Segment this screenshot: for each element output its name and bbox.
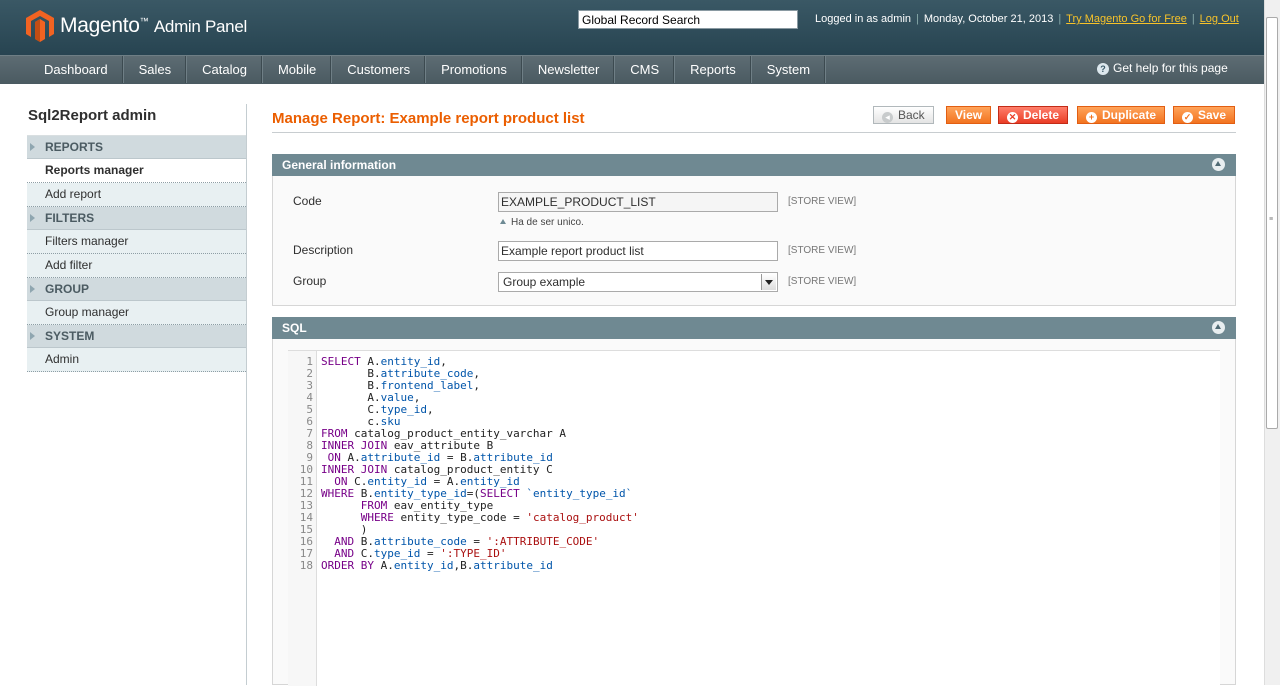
general-information-header[interactable]: General information [272,154,1236,176]
general-information-title: General information [282,158,397,172]
sidebar-section-system[interactable]: SYSTEM [27,325,246,348]
global-search-input[interactable]: Global Record Search [578,10,798,29]
code-scope: [STORE VIEW] [788,196,857,207]
sidebar-item-reports-manager[interactable]: Reports manager [27,159,246,183]
description-label: Description [293,243,354,257]
back-button[interactable]: ◂ Back [873,106,934,124]
sidebar-item-add-filter[interactable]: Add filter [27,254,246,278]
help-label: Get help for this page [1113,61,1228,75]
back-arrow-icon: ◂ [882,112,893,123]
code-note: Ha de ser unico. [498,217,584,228]
nav-promotions[interactable]: Promotions [425,56,522,83]
logo-name: Magento [60,14,140,37]
sql-code-editor[interactable]: 1 SELECT A.entity_id, 2 B.attribute_code, 3… [288,350,1220,686]
logout-link[interactable]: Log Out [1200,13,1239,25]
date-text: Monday, October 21, 2013 [923,13,1054,25]
description-field[interactable]: Example report product list [498,241,778,261]
code-label: Code [293,194,322,208]
scrollbar-thumb[interactable] [1266,17,1278,429]
sidebar: Sql2Report admin REPORTS Reports manager… [27,104,246,372]
description-scope: [STORE VIEW] [788,245,857,256]
chevron-down-icon[interactable] [761,274,776,290]
sidebar-section-reports[interactable]: REPORTS [27,136,246,159]
plus-icon: + [1086,112,1097,123]
sidebar-section-filters[interactable]: FILTERS [27,207,246,230]
delete-icon: ✕ [1007,112,1018,123]
view-button[interactable]: View [946,106,992,124]
header-links: Logged in as admin | Monday, October 21, 2… [815,13,1239,25]
sidebar-item-add-report[interactable]: Add report [27,183,246,207]
save-label: Save [1198,108,1227,122]
sql-header[interactable]: SQL [272,317,1236,339]
logged-in-text: Logged in as admin [815,13,912,25]
group-scope: [STORE VIEW] [788,276,857,287]
title-divider [272,132,1236,133]
code-note-text: Ha de ser unico. [511,217,584,228]
collapse-icon[interactable] [1212,321,1225,334]
nav-dashboard[interactable]: Dashboard [28,56,123,83]
note-arrow-icon [500,219,506,224]
sidebar-item-admin[interactable]: Admin [27,348,246,372]
try-magento-link[interactable]: Try Magento Go for Free [1066,13,1187,25]
help-link[interactable]: ? Get help for this page [1097,61,1228,75]
collapse-icon[interactable] [1212,158,1225,171]
back-label: Back [898,108,925,122]
nav-mobile[interactable]: Mobile [262,56,332,83]
nav-cms[interactable]: CMS [614,56,675,83]
nav-catalog[interactable]: Catalog [186,56,262,83]
sidebar-title: Sql2Report admin [27,104,246,136]
nav-sales[interactable]: Sales [123,56,187,83]
code-field[interactable]: EXAMPLE_PRODUCT_LIST [498,192,778,212]
duplicate-button[interactable]: + Duplicate [1077,106,1166,124]
main-nav: Dashboard Sales Catalog Mobile Customers… [0,55,1264,84]
nav-newsletter[interactable]: Newsletter [522,56,615,83]
code-line: ORDER BY A.entity_id,B.attribute_id [321,559,553,572]
group-select-value: Group example [503,275,586,289]
logo-text: Magento™ Admin Panel [60,14,247,37]
page-title: Manage Report: Example report product li… [272,110,585,127]
group-select[interactable]: Group example [498,272,778,292]
sql-title: SQL [282,321,307,335]
duplicate-label: Duplicate [1102,108,1157,122]
nav-reports[interactable]: Reports [674,56,751,83]
sidebar-item-filters-manager[interactable]: Filters manager [27,230,246,254]
group-label: Group [293,274,327,288]
view-label: View [955,108,983,122]
save-button[interactable]: ✓ Save [1173,106,1236,124]
header-bar: Magento™ Admin Panel Global Record Searc… [0,0,1264,55]
help-icon: ? [1097,63,1109,75]
nav-system[interactable]: System [751,56,826,83]
sidebar-item-group-manager[interactable]: Group manager [27,301,246,325]
magento-logo-icon [26,10,54,42]
logo-suffix: Admin Panel [153,17,247,36]
sidebar-divider [246,104,247,685]
line-number: 18 [299,559,313,572]
check-icon: ✓ [1182,112,1193,123]
sidebar-section-group[interactable]: GROUP [27,278,246,301]
code-line: WHERE entity_type_code = 'catalog_produc… [360,511,639,524]
delete-button[interactable]: ✕ Delete [998,106,1069,124]
nav-customers[interactable]: Customers [331,56,426,83]
delete-label: Delete [1023,108,1060,122]
scrollbar-grip-icon: ≡ [1269,216,1274,223]
